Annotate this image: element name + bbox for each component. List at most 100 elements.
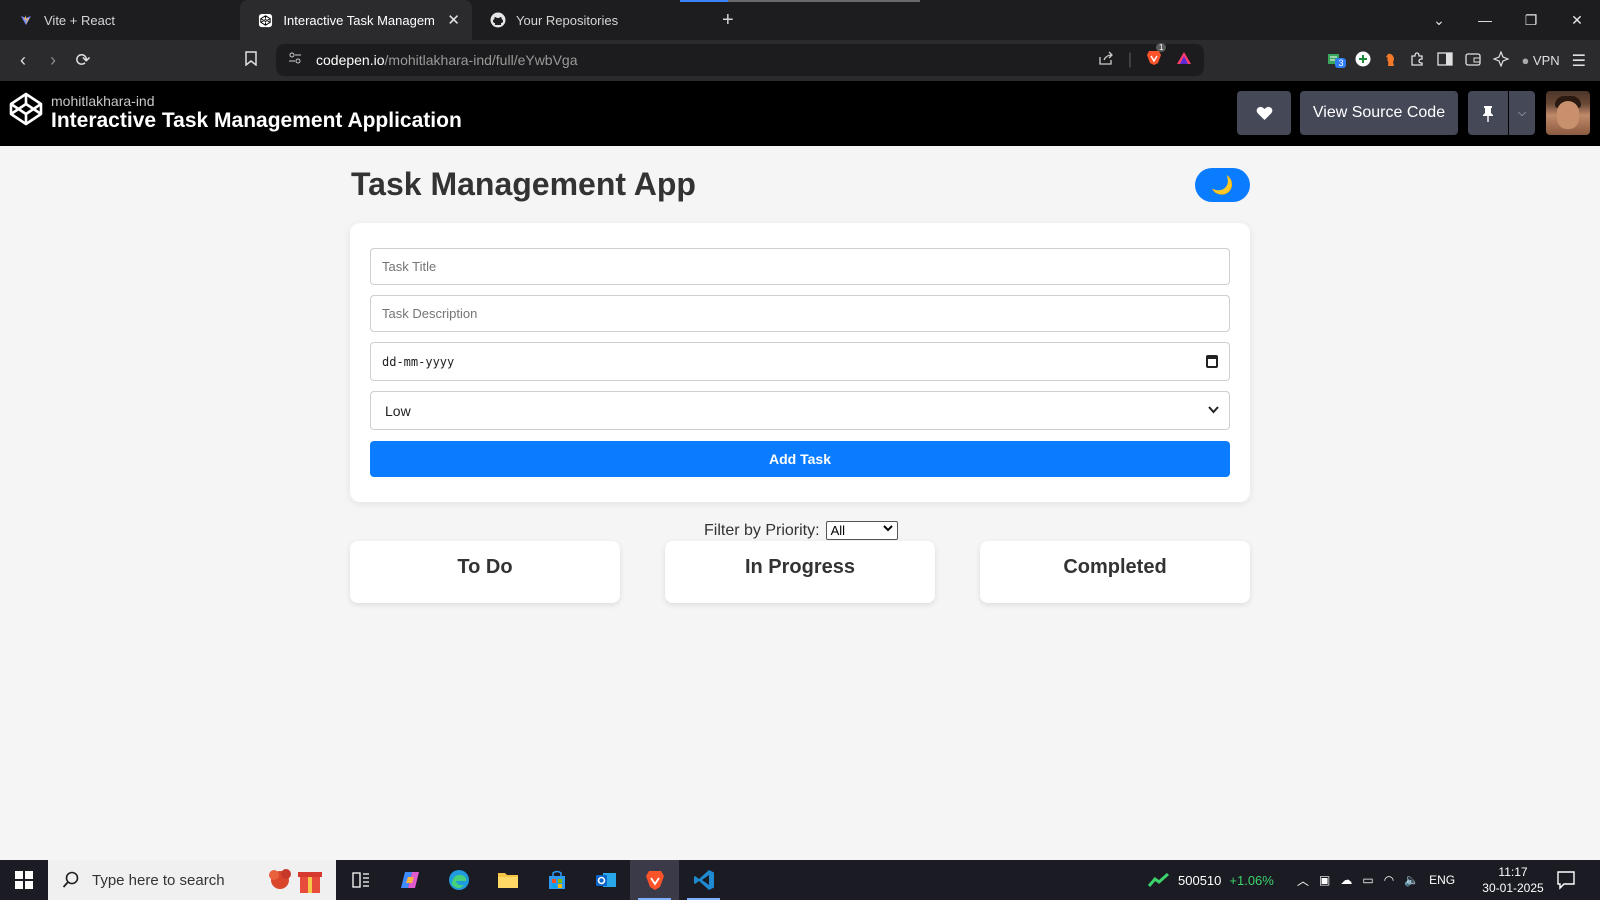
stock-change: +1.06% — [1229, 872, 1274, 888]
chevron-down-icon — [1208, 403, 1219, 417]
restore-icon[interactable]: ❐ — [1508, 12, 1554, 29]
tab-search-chevron-icon[interactable]: ⌄ — [1416, 12, 1462, 29]
due-date-input[interactable]: dd-mm-yyyy — [370, 342, 1230, 381]
close-icon[interactable]: ✕ — [447, 11, 460, 29]
codepen-logo-icon[interactable] — [8, 91, 44, 127]
site-info-icon[interactable] — [288, 51, 302, 70]
pen-title: Interactive Task Management Application — [51, 109, 462, 132]
forward-icon[interactable]: › — [38, 50, 68, 71]
priority-value: Low — [385, 402, 411, 419]
priority-select[interactable]: Low — [370, 391, 1230, 430]
url-field[interactable]: codepen.io/mohitlakhara-ind/full/eYwbVga… — [276, 43, 1204, 76]
filter-label: Filter by Priority: — [704, 521, 820, 539]
share-icon[interactable] — [1098, 51, 1114, 70]
notifications-icon[interactable] — [1556, 870, 1576, 890]
vpn-button[interactable]: ● VPN — [1521, 53, 1559, 68]
minimize-icon[interactable]: — — [1462, 12, 1508, 28]
extensions-puzzle-icon[interactable] — [1409, 51, 1425, 70]
priority-filter-select[interactable]: All — [825, 521, 898, 540]
window-close-icon[interactable]: ✕ — [1554, 12, 1600, 29]
new-tab-plus-icon[interactable]: + — [722, 9, 734, 32]
extensions-row: 3 ● VPN ☰ — [1327, 40, 1586, 81]
microsoft-store-icon[interactable] — [532, 860, 581, 900]
pin-icon — [1483, 105, 1493, 122]
avatar[interactable] — [1546, 91, 1590, 135]
task-form-card: Task Title Task Description dd-mm-yyyy L… — [350, 223, 1250, 502]
heart-icon — [1256, 106, 1272, 120]
window-controls: ⌄ — ❐ ✕ — [1416, 0, 1600, 40]
priority-filter: Filter by Priority: All — [704, 521, 898, 540]
column-title: In Progress — [744, 556, 856, 578]
shield-badge: 1 — [1156, 43, 1167, 52]
pin-menu-chevron-icon[interactable]: ⌵ — [1509, 91, 1535, 135]
filter-value: All — [830, 523, 846, 538]
search-placeholder: Type here to search — [92, 871, 225, 889]
url-text: codepen.io/mohitlakhara-ind/full/eYwbVga — [316, 52, 578, 68]
codepen-icon — [258, 12, 273, 28]
system-tray: ︿ ▣ ☁ ▭ ◠ 🔈 ENG — [1297, 860, 1455, 900]
view-source-button[interactable]: View Source Code — [1300, 91, 1458, 135]
clock[interactable]: 11:17 30-01-2025 — [1478, 864, 1548, 896]
file-explorer-icon[interactable] — [483, 860, 532, 900]
tab-vite-react[interactable]: Vite + React — [0, 0, 240, 40]
reload-icon[interactable]: ⟳ — [68, 50, 98, 71]
add-task-button[interactable]: Add Task — [370, 441, 1230, 477]
task-title-input[interactable]: Task Title — [370, 248, 1230, 285]
leo-ai-icon[interactable] — [1492, 50, 1511, 70]
brave-shield-icon[interactable]: 1 — [1146, 43, 1167, 71]
windows-logo-icon — [15, 871, 33, 889]
outlook-icon[interactable] — [581, 860, 630, 900]
battery-icon[interactable]: ▭ — [1362, 873, 1373, 887]
stock-trend-icon — [1148, 873, 1169, 887]
task-view-icon[interactable] — [336, 860, 385, 900]
pen-author[interactable]: mohitlakhara-ind — [51, 93, 155, 109]
edge-icon[interactable] — [434, 860, 483, 900]
start-button[interactable] — [0, 860, 48, 900]
taskbar-pinned-apps — [336, 860, 728, 900]
search-highlight-gift-icon — [269, 869, 322, 893]
chess-extension-icon[interactable] — [1383, 51, 1397, 70]
wallet-icon[interactable] — [1465, 52, 1482, 69]
stock-value: 500510 — [1178, 872, 1222, 888]
tab-loading-indicator — [680, 0, 920, 2]
add-extension-icon[interactable] — [1355, 51, 1371, 70]
love-button[interactable] — [1237, 91, 1291, 135]
brave-rewards-icon[interactable] — [1176, 51, 1192, 70]
copilot-icon[interactable] — [385, 860, 434, 900]
url-path: /mohitlakhara-ind/full/eYwbVga — [384, 52, 578, 68]
moon-icon: 🌙 — [1211, 174, 1234, 195]
search-icon — [62, 871, 79, 888]
back-icon[interactable]: ‹ — [8, 50, 38, 71]
column-todo: To Do — [350, 541, 620, 603]
volume-icon[interactable]: 🔈 — [1404, 873, 1419, 887]
meet-now-icon[interactable]: ▣ — [1319, 873, 1330, 887]
tab-github[interactable]: Your Repositories — [472, 0, 712, 40]
address-bar-row: ‹ › ⟳ codepen.io/mohitlakhara-ind/full/e… — [0, 40, 1600, 81]
calendar-icon[interactable] — [1206, 355, 1218, 368]
taskbar-search-box[interactable]: Type here to search — [48, 860, 336, 900]
tab-title: Your Repositories — [516, 12, 619, 28]
brave-browser-icon[interactable] — [630, 860, 679, 900]
task-description-input[interactable]: Task Description — [370, 295, 1230, 332]
tab-title: Vite + React — [44, 12, 115, 28]
theme-toggle-button[interactable]: 🌙 — [1195, 168, 1250, 202]
date-placeholder: dd-mm-yyyy — [382, 354, 455, 369]
column-completed: Completed — [980, 541, 1250, 603]
github-icon — [490, 12, 506, 28]
vscode-icon[interactable] — [679, 860, 728, 900]
tab-codepen[interactable]: Interactive Task Management A ✕ — [240, 0, 472, 40]
column-title: Completed — [1063, 556, 1167, 578]
codepen-header: mohitlakhara-ind Interactive Task Manage… — [0, 81, 1600, 146]
wifi-icon[interactable]: ◠ — [1384, 873, 1394, 887]
menu-icon[interactable]: ☰ — [1572, 51, 1586, 71]
sidebar-icon[interactable] — [1437, 52, 1454, 69]
tray-expand-chevron-icon[interactable]: ︿ — [1297, 872, 1309, 889]
language-indicator[interactable]: ENG — [1429, 873, 1455, 887]
extension-badge: 3 — [1335, 58, 1347, 68]
bookmark-icon[interactable] — [236, 51, 266, 70]
column-title: To Do — [457, 556, 513, 578]
pin-button[interactable] — [1468, 91, 1508, 135]
onedrive-icon[interactable]: ☁ — [1340, 873, 1352, 887]
stock-widget[interactable]: 500510 +1.06% — [1148, 860, 1274, 900]
tab-manager-extension-icon[interactable]: 3 — [1327, 51, 1347, 70]
